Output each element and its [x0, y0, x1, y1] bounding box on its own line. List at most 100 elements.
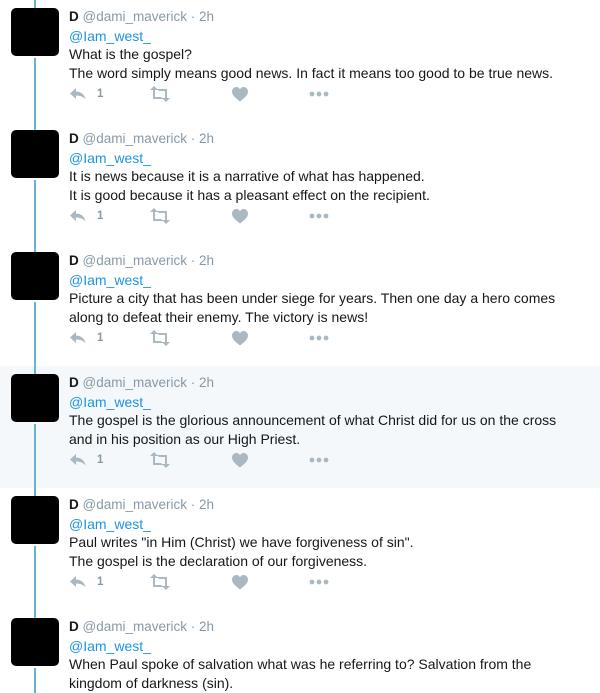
mention-link[interactable]: @Iam_west_: [69, 149, 151, 167]
more-button[interactable]: [309, 450, 329, 470]
heart-icon: [232, 86, 248, 101]
reply-button[interactable]: 1: [69, 84, 103, 104]
user-name[interactable]: D: [69, 131, 79, 146]
more-button[interactable]: [309, 84, 329, 104]
avatar[interactable]: [11, 496, 59, 544]
conversation-thread: D @dami_maverick · 2h @Iam_west_ What is…: [0, 0, 600, 693]
tweet[interactable]: D @dami_maverick · 2h @Iam_west_ Paul wr…: [0, 488, 600, 610]
user-handle[interactable]: @dami_maverick: [83, 375, 187, 390]
tweet-text-line: When Paul spoke of salvation what was he…: [69, 656, 532, 672]
separator: ·: [190, 9, 196, 24]
tweet[interactable]: D @dami_maverick · 2h @Iam_west_ It is n…: [0, 122, 600, 244]
like-button[interactable]: [232, 206, 248, 226]
tweet-text-line: It is news because it is a narrative of …: [69, 168, 425, 184]
more-button[interactable]: [309, 328, 329, 348]
reply-button[interactable]: 1: [69, 572, 103, 592]
retweet-button[interactable]: [149, 572, 171, 592]
thread-line: [34, 610, 36, 618]
tweet[interactable]: D @dami_maverick · 2h @Iam_west_ When Pa…: [0, 610, 600, 693]
more-icon: [309, 457, 329, 463]
user-name[interactable]: D: [69, 497, 79, 512]
avatar[interactable]: [11, 374, 59, 422]
timestamp[interactable]: 2h: [199, 253, 214, 268]
timestamp[interactable]: 2h: [199, 497, 214, 512]
avatar[interactable]: [11, 130, 59, 178]
tweet-text-line: and in his position as our High Priest.: [69, 430, 301, 447]
user-name[interactable]: D: [69, 375, 79, 390]
more-icon: [309, 579, 329, 585]
reply-icon: [70, 332, 86, 344]
user-handle[interactable]: @dami_maverick: [83, 253, 187, 268]
retweet-button[interactable]: [149, 84, 171, 104]
reply-icon: [70, 210, 86, 222]
heart-icon: [232, 208, 248, 223]
avatar[interactable]: [11, 252, 59, 300]
like-button[interactable]: [232, 84, 248, 104]
reply-count: 1: [97, 576, 104, 588]
tweet[interactable]: D @dami_maverick · 2h @Iam_west_ Picture…: [0, 244, 600, 366]
tweet-text-line: along to defeat their enemy. The victory…: [69, 308, 369, 325]
heart-icon: [232, 330, 248, 345]
thread-line: [34, 0, 36, 8]
reply-count: 1: [97, 210, 104, 222]
like-button[interactable]: [232, 328, 248, 348]
tweet[interactable]: D @dami_maverick · 2h @Iam_west_ What is…: [0, 0, 600, 122]
timestamp[interactable]: 2h: [199, 9, 214, 24]
tweet[interactable]: D @dami_maverick · 2h @Iam_west_ The gos…: [0, 366, 600, 488]
timestamp[interactable]: 2h: [199, 375, 214, 390]
thread-line: [34, 546, 36, 610]
user-handle[interactable]: @dami_maverick: [83, 131, 187, 146]
tweet-text: Picture a city that has been under siege…: [69, 289, 589, 326]
mention-link[interactable]: @Iam_west_: [69, 637, 151, 655]
reply-button[interactable]: 1: [69, 328, 103, 348]
separator: ·: [190, 497, 196, 512]
thread-line: [34, 668, 36, 693]
tweet-text: What is the gospel? The word simply mean…: [69, 45, 589, 82]
reply-count: 1: [97, 332, 104, 344]
user-name[interactable]: D: [69, 619, 79, 634]
retweet-button[interactable]: [149, 328, 171, 348]
tweet-text: Paul writes "in Him (Christ) we have for…: [69, 533, 589, 570]
timestamp[interactable]: 2h: [199, 131, 214, 146]
heart-icon: [232, 574, 248, 589]
timestamp[interactable]: 2h: [199, 619, 214, 634]
tweet-actions: 1: [69, 572, 369, 592]
mention-link[interactable]: @Iam_west_: [69, 515, 151, 533]
more-button[interactable]: [309, 572, 329, 592]
more-button[interactable]: [309, 206, 329, 226]
user-handle[interactable]: @dami_maverick: [83, 9, 187, 24]
tweet-header: D @dami_maverick · 2h: [69, 619, 214, 635]
user-handle[interactable]: @dami_maverick: [83, 497, 187, 512]
tweet-text-line: Paul writes "in Him (Christ) we have for…: [69, 534, 414, 550]
reply-icon: [70, 576, 86, 588]
retweet-button[interactable]: [149, 206, 171, 226]
like-button[interactable]: [232, 450, 248, 470]
reply-button[interactable]: 1: [69, 206, 103, 226]
like-button[interactable]: [232, 572, 248, 592]
thread-line: [34, 488, 36, 496]
mention-link[interactable]: @Iam_west_: [69, 27, 151, 45]
tweet-actions: 1: [69, 206, 369, 226]
thread-line: [34, 244, 36, 252]
avatar[interactable]: [11, 8, 59, 56]
tweet-text: It is news because it is a narrative of …: [69, 167, 589, 204]
tweet-text: When Paul spoke of salvation what was he…: [69, 655, 589, 692]
mention-link[interactable]: @Iam_west_: [69, 271, 151, 289]
retweet-button[interactable]: [149, 450, 171, 470]
retweet-icon: [150, 330, 170, 346]
reply-button[interactable]: 1: [69, 450, 103, 470]
tweet-header: D @dami_maverick · 2h: [69, 131, 214, 147]
tweet-text-line: The word simply means good news. In fact…: [69, 64, 554, 81]
mention-link[interactable]: @Iam_west_: [69, 393, 151, 411]
user-name[interactable]: D: [69, 253, 79, 268]
more-icon: [309, 91, 329, 97]
tweet-header: D @dami_maverick · 2h: [69, 9, 214, 25]
tweet-header: D @dami_maverick · 2h: [69, 253, 214, 269]
retweet-icon: [150, 86, 170, 102]
separator: ·: [190, 253, 196, 268]
avatar[interactable]: [11, 618, 59, 666]
retweet-icon: [150, 452, 170, 468]
user-name[interactable]: D: [69, 9, 79, 24]
user-handle[interactable]: @dami_maverick: [83, 619, 187, 634]
separator: ·: [190, 375, 196, 390]
